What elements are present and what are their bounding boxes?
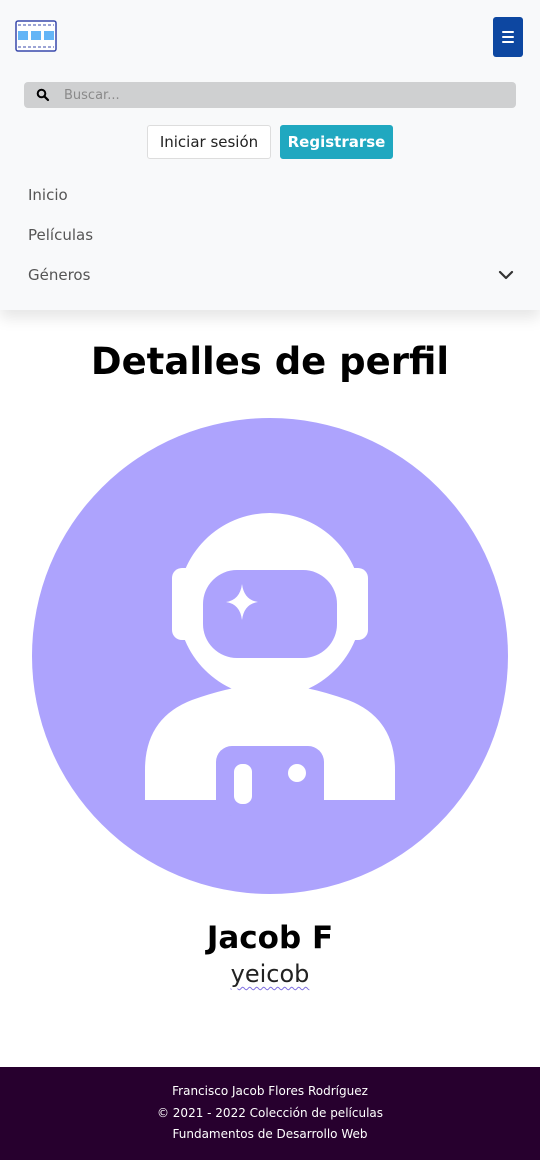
page-title: Detalles de perfil	[90, 340, 450, 383]
nav-item-generos[interactable]: Géneros	[28, 266, 90, 284]
profile-full-name: Jacob F	[206, 920, 334, 956]
username-text: yeicob	[230, 960, 310, 988]
register-button[interactable]: Registrarse	[280, 125, 393, 159]
footer-course: Fundamentos de Desarrollo Web	[172, 1127, 368, 1141]
chevron-down-icon[interactable]	[498, 268, 514, 282]
profile-username: yeicob	[0, 960, 540, 988]
footer: Francisco Jacob Flores Rodríguez © 2021 …	[0, 1067, 540, 1160]
nav-item-peliculas[interactable]: Películas	[28, 226, 93, 244]
astronaut-avatar-icon	[32, 418, 508, 894]
footer-copyright: © 2021 - 2022 Colección de películas	[156, 1105, 384, 1120]
search-icon	[36, 88, 50, 102]
login-button[interactable]: Iniciar sesión	[147, 125, 271, 159]
footer-author: Francisco Jacob Flores Rodríguez	[172, 1084, 368, 1098]
navbar: Iniciar sesión Registrarse Inicio Pelícu…	[0, 0, 540, 310]
search-input[interactable]	[64, 82, 504, 108]
film-strip-icon[interactable]	[15, 20, 57, 52]
nav-item-inicio[interactable]: Inicio	[28, 186, 68, 204]
search-bar	[24, 82, 516, 108]
hamburger-menu-icon[interactable]	[493, 17, 523, 57]
